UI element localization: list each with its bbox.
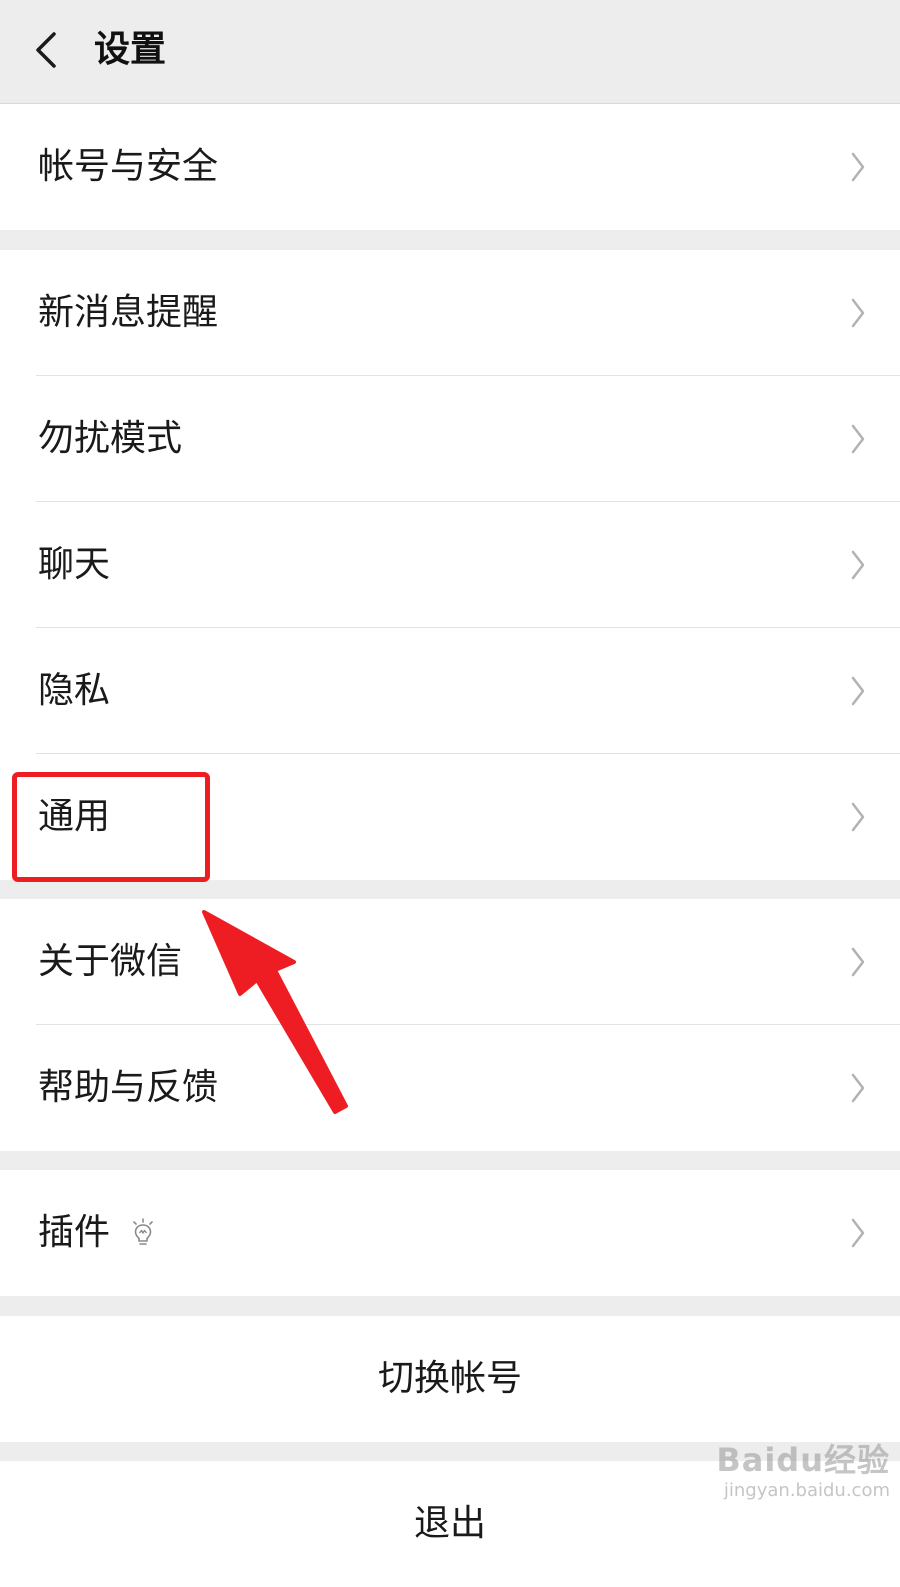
settings-item-do-not-disturb[interactable]: 勿扰模式 [0,376,900,502]
chevron-right-icon [851,947,865,977]
bulb-icon [133,1218,153,1245]
settings-item-new-message-alerts[interactable]: 新消息提醒 [0,250,900,376]
chevron-right-icon [851,676,865,706]
chevron-right-icon [851,424,865,454]
chevron-right-icon [851,298,865,328]
settings-item-help-feedback[interactable]: 帮助与反馈 [0,1025,900,1151]
settings-item-about-wechat[interactable]: 关于微信 [0,899,900,1025]
settings-item-label: 关于微信 [38,941,183,982]
settings-item-account-security[interactable]: 帐号与安全 [0,104,900,230]
watermark-logo: Baidu经验 [716,1441,890,1479]
settings-item-label: 勿扰模式 [38,418,183,459]
settings-item-label: 新消息提醒 [38,292,219,333]
top-bar: 设置 [0,0,900,104]
chevron-right-icon [851,1073,865,1103]
chevron-right-icon [851,550,865,580]
highlight-box [12,772,210,882]
chevron-right-icon [851,1218,865,1248]
settings-item-label: 帐号与安全 [38,146,219,187]
page-title: 设置 [94,29,167,70]
chevron-right-icon [851,802,865,832]
settings-item-label: 聊天 [38,544,111,585]
settings-item-label: 插件 [38,1212,111,1253]
chevron-right-icon [851,152,865,182]
switch-account-label: 切换帐号 [377,1358,522,1399]
back-icon[interactable] [30,30,60,70]
settings-item-label: 隐私 [38,670,111,711]
switch-account-button[interactable]: 切换帐号 [0,1316,900,1442]
settings-item-privacy[interactable]: 隐私 [0,628,900,754]
red-arrow-icon [202,910,348,1114]
watermark: Baidu经验 jingyan.baidu.com [690,1440,890,1520]
watermark-url: jingyan.baidu.com [723,1480,890,1501]
settings-item-plugins[interactable]: 插件 [0,1170,900,1296]
settings-item-chat[interactable]: 聊天 [0,502,900,628]
